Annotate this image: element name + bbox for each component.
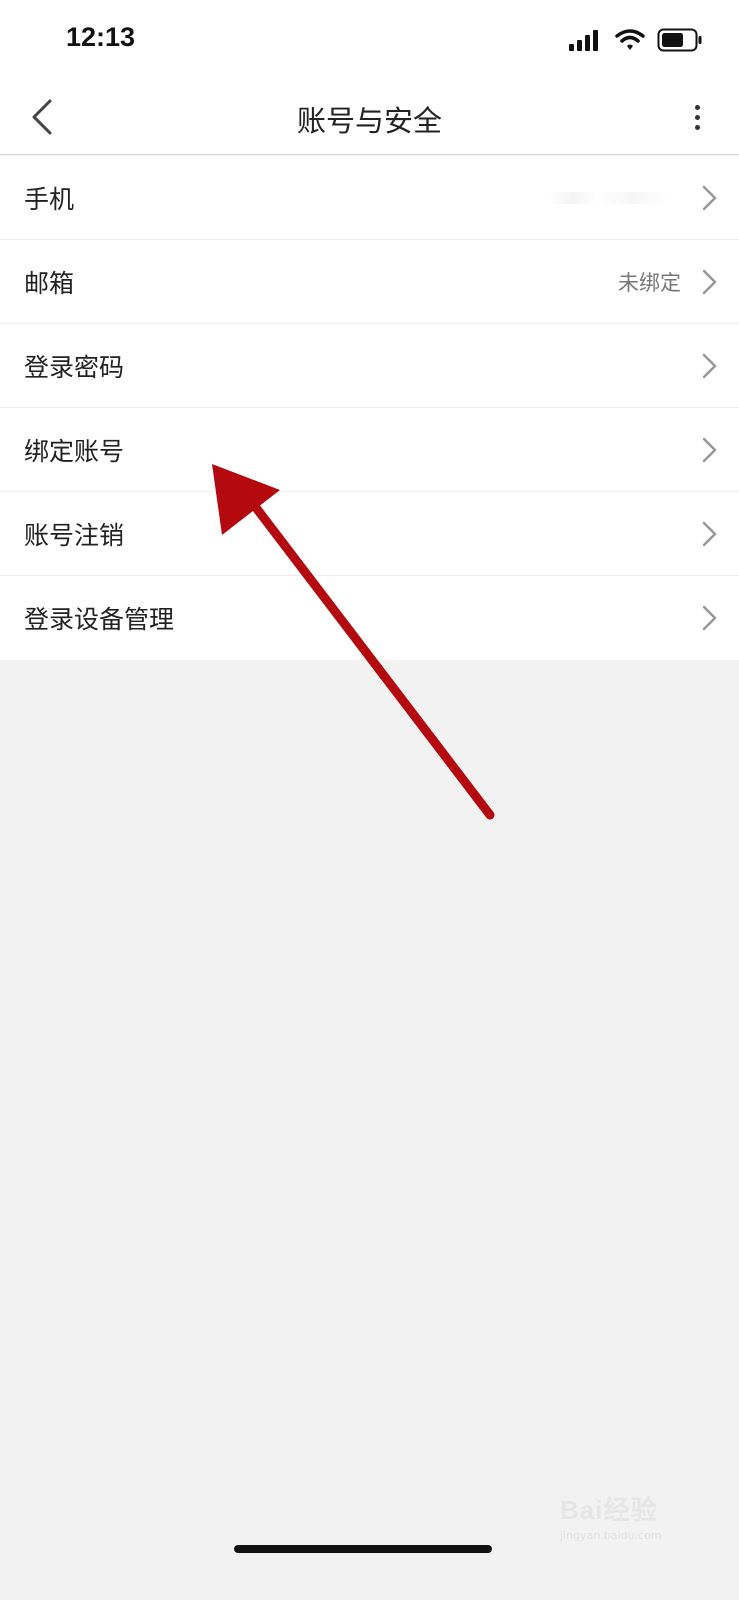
- status-bar: 12:13: [0, 0, 739, 80]
- wifi-icon: [615, 29, 645, 50]
- more-vertical-icon: [694, 104, 700, 110]
- status-icons: [569, 24, 703, 56]
- settings-item-label: 邮箱: [24, 268, 75, 298]
- settings-item-device-management[interactable]: 登录设备管理: [0, 576, 739, 660]
- settings-list: 手机 邮箱 未绑定 登录密码 绑定账号 账号注销 登录设备管理: [0, 156, 739, 660]
- settings-item-value: 未绑定: [618, 270, 681, 295]
- watermark-logo: Bai经验: [560, 1495, 658, 1525]
- settings-item-label: 登录密码: [24, 352, 125, 382]
- settings-item-bind-account[interactable]: 绑定账号: [0, 408, 739, 492]
- watermark: Bai经验 jingyan.baidu.com: [560, 1490, 662, 1542]
- page-title: 账号与安全: [296, 104, 442, 138]
- settings-item-label: 登录设备管理: [24, 605, 175, 634]
- more-button[interactable]: [685, 95, 709, 139]
- chevron-right-icon: [702, 437, 717, 463]
- settings-item-account-deletion[interactable]: 账号注销: [0, 492, 739, 576]
- chevron-right-icon: [702, 605, 717, 631]
- nav-bar: 账号与安全: [0, 80, 739, 155]
- chevron-right-icon: [702, 521, 717, 547]
- status-time: 12:13: [66, 22, 136, 52]
- chevron-right-icon: [702, 353, 717, 379]
- battery-icon: [657, 28, 702, 52]
- chevron-right-icon: [702, 185, 717, 211]
- settings-item-label: 账号注销: [24, 520, 125, 550]
- screen: 12:13 账号与安全 手机 邮箱 未绑定 登录密码 绑定账号 账号注销 登录设…: [0, 0, 739, 1600]
- watermark-url: jingyan.baidu.com: [560, 1529, 662, 1542]
- settings-item-label: 手机: [24, 184, 75, 214]
- settings-item-login-password[interactable]: 登录密码: [0, 324, 739, 408]
- signal-icon: [569, 30, 598, 51]
- settings-item-phone[interactable]: 手机: [0, 156, 739, 240]
- settings-item-label: 绑定账号: [24, 436, 125, 466]
- settings-item-email[interactable]: 邮箱 未绑定: [0, 240, 739, 324]
- chevron-right-icon: [702, 269, 717, 295]
- home-indicator[interactable]: [234, 1545, 492, 1553]
- phone-number-masked: [549, 191, 669, 204]
